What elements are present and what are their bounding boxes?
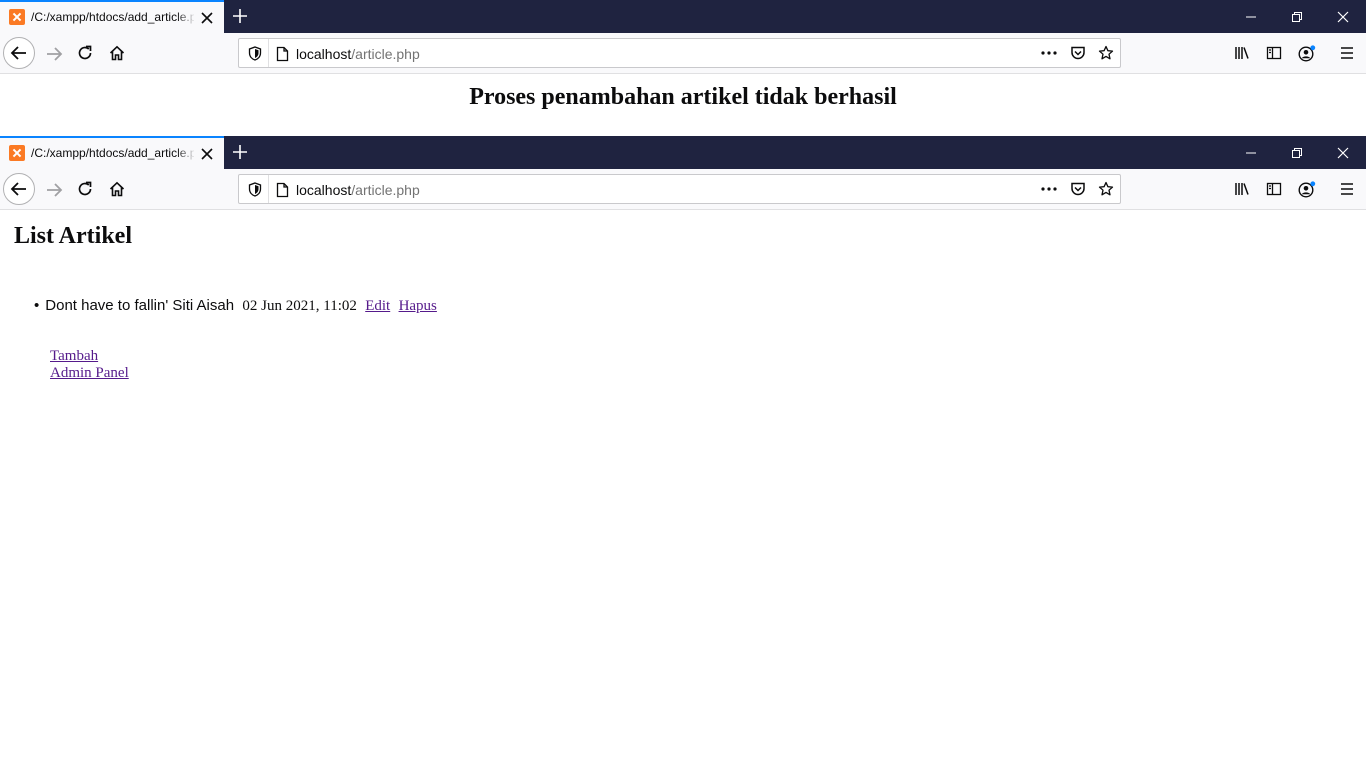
more-icon[interactable] <box>1040 181 1058 197</box>
home-button[interactable] <box>101 173 133 205</box>
sidebar-icon[interactable] <box>1266 45 1282 61</box>
article-list: • Dont have to fallin' Siti Aisah 02 Jun … <box>34 297 437 315</box>
address-bar[interactable]: localhost/article.php <box>238 38 1121 68</box>
pocket-icon[interactable] <box>1070 45 1086 61</box>
page-title: List Artikel <box>14 223 132 249</box>
minimize-icon <box>1246 16 1256 18</box>
bookmark-star-icon[interactable] <box>1098 45 1114 61</box>
tab-strip: /C:/xampp/htdocs/add_article.php <box>0 0 1366 33</box>
reload-icon <box>78 181 92 196</box>
tab-strip: /C:/xampp/htdocs/add_article.php <box>0 136 1366 169</box>
browser-window-bottom: /C:/xampp/htdocs/add_article.php localho… <box>0 136 1366 768</box>
account-icon[interactable] <box>1298 45 1316 63</box>
home-icon <box>109 181 125 197</box>
address-bar[interactable]: localhost/article.php <box>238 174 1121 204</box>
close-window-icon <box>1337 11 1349 23</box>
tab-active[interactable]: /C:/xampp/htdocs/add_article.php <box>0 0 224 33</box>
menu-icon[interactable] <box>1339 45 1355 61</box>
more-icon[interactable] <box>1040 45 1058 61</box>
menu-icon[interactable] <box>1339 181 1355 197</box>
reload-button[interactable] <box>69 173 101 205</box>
forward-icon <box>47 47 63 61</box>
xampp-favicon-icon <box>9 9 25 25</box>
url-text[interactable]: localhost/article.php <box>296 182 420 198</box>
account-icon[interactable] <box>1298 181 1316 199</box>
minimize-button[interactable] <box>1228 0 1274 33</box>
minimize-button[interactable] <box>1228 136 1274 169</box>
close-window-icon <box>1337 147 1349 159</box>
new-tab-icon[interactable] <box>231 143 249 161</box>
back-button[interactable] <box>3 173 35 205</box>
delete-link[interactable]: Hapus <box>399 298 437 314</box>
back-icon <box>10 46 26 60</box>
article-title: Dont have to fallin' Siti Aisah <box>45 297 235 314</box>
tab-title: /C:/xampp/htdocs/add_article.php <box>31 146 194 160</box>
back-button[interactable] <box>3 37 35 69</box>
new-tab-icon[interactable] <box>231 7 249 25</box>
shield-icon[interactable] <box>248 46 262 61</box>
result-heading: Proses penambahan artikel tidak berhasil <box>469 84 897 110</box>
close-window-button[interactable] <box>1320 0 1366 33</box>
restore-icon <box>1292 12 1302 22</box>
edit-link[interactable]: Edit <box>365 298 390 314</box>
admin-panel-link[interactable]: Admin Panel <box>50 365 129 382</box>
browser-window-top: /C:/xampp/htdocs/add_article.php localho… <box>0 0 1366 136</box>
home-icon <box>109 45 125 61</box>
back-icon <box>10 182 26 196</box>
sidebar-icon[interactable] <box>1266 181 1282 197</box>
forward-icon <box>47 183 63 197</box>
bullet: • <box>34 297 40 314</box>
library-icon[interactable] <box>1234 45 1250 61</box>
page-icon[interactable] <box>276 46 289 62</box>
restore-icon <box>1292 148 1302 158</box>
list-item: • Dont have to fallin' Siti Aisah 02 Jun … <box>34 297 437 315</box>
minimize-icon <box>1246 152 1256 154</box>
add-article-link[interactable]: Tambah <box>50 348 129 365</box>
bookmark-star-icon[interactable] <box>1098 181 1114 197</box>
forward-button[interactable] <box>37 173 69 205</box>
library-icon[interactable] <box>1234 181 1250 197</box>
footer-links: Tambah Admin Panel <box>50 348 129 382</box>
shield-icon[interactable] <box>248 182 262 197</box>
tab-active[interactable]: /C:/xampp/htdocs/add_article.php <box>0 136 224 169</box>
reload-button[interactable] <box>69 37 101 69</box>
forward-button[interactable] <box>37 37 69 69</box>
page-icon[interactable] <box>276 182 289 198</box>
navigation-bar: localhost/article.php <box>0 169 1366 210</box>
article-date: 02 Jun 2021, 11:02 <box>242 298 357 314</box>
pocket-icon[interactable] <box>1070 181 1086 197</box>
navigation-bar: localhost/article.php <box>0 33 1366 74</box>
tab-title: /C:/xampp/htdocs/add_article.php <box>31 10 194 24</box>
restore-button[interactable] <box>1274 136 1320 169</box>
xampp-favicon-icon <box>9 145 25 161</box>
restore-button[interactable] <box>1274 0 1320 33</box>
close-tab-icon[interactable] <box>199 10 215 26</box>
reload-icon <box>78 45 92 60</box>
url-text[interactable]: localhost/article.php <box>296 46 420 62</box>
close-window-button[interactable] <box>1320 136 1366 169</box>
home-button[interactable] <box>101 37 133 69</box>
close-tab-icon[interactable] <box>199 146 215 162</box>
